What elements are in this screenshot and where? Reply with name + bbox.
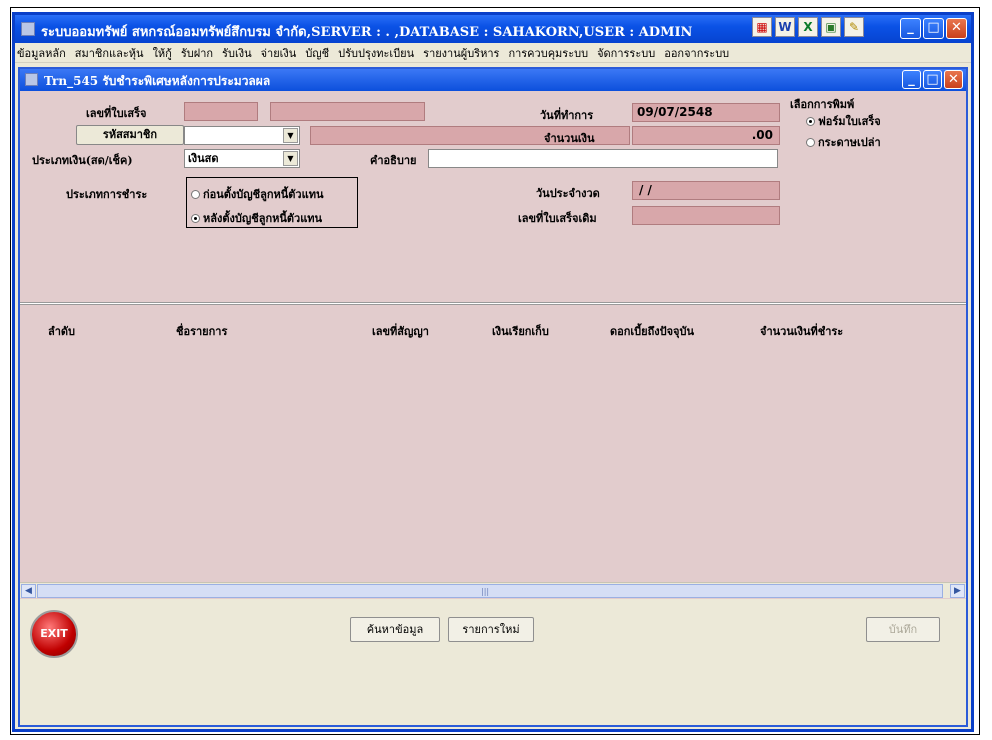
form-window-controls: _ □ ✕ xyxy=(902,70,963,89)
word-icon[interactable]: W xyxy=(775,17,795,37)
form-icon xyxy=(25,73,38,86)
receipt-no-field-2[interactable] xyxy=(270,102,425,121)
chevron-down-icon[interactable]: ▼ xyxy=(283,128,298,143)
receipt-no-label: เลขที่ใบเสร็จ xyxy=(86,107,147,120)
col-billed: เงินเรียกเก็บ xyxy=(492,325,549,338)
scroll-right-icon[interactable]: ▶ xyxy=(950,584,965,598)
radio-icon xyxy=(806,138,815,147)
payment-type-label: ประเภทเงิน(สด/เช็ค) xyxy=(32,154,133,167)
payment-type-select[interactable]: เงินสด ▼ xyxy=(184,149,300,168)
menu-item-reports[interactable]: รายงานผู้บริหาร xyxy=(423,44,499,62)
transaction-date-field[interactable]: 09/07/2548 xyxy=(632,103,780,122)
form-title-bar: Trn_545 รับชำระพิเศษหลังการประมวลผล _ □ … xyxy=(20,69,966,91)
grip-icon: ||| xyxy=(481,587,490,596)
window-title: ระบบออมทรัพย์ สหกรณ์ออมทรัพย์สึกบรม จำกั… xyxy=(41,25,693,40)
print-form-radio[interactable]: ฟอร์มใบเสร็จ xyxy=(806,112,881,130)
titlebar-tools: ▦ W X ▣ ✎ xyxy=(752,17,864,41)
print-blank-label: กระดาษเปล่า xyxy=(818,136,881,149)
menu-item-control[interactable]: การควบคุมระบบ xyxy=(508,44,588,62)
save-button[interactable]: บันทึก xyxy=(866,617,940,642)
old-receipt-label: เลขที่ใบเสร็จเดิม xyxy=(518,212,597,225)
chevron-down-icon[interactable]: ▼ xyxy=(283,151,298,166)
title-bar: ระบบออมทรัพย์ สหกรณ์ออมทรัพย์สึกบรม จำกั… xyxy=(15,15,971,43)
menu-bar: ข้อมูลหลัก สมาชิกและหุ้น ให้กู้ รับฝาก ร… xyxy=(15,43,971,63)
minimize-button[interactable]: _ xyxy=(900,18,921,39)
menu-item-pay[interactable]: จ่ายเงิน xyxy=(261,44,297,62)
period-date-label: วันประจำงวด xyxy=(536,187,600,200)
payment-kind-group: ก่อนตั้งบัญชีลูกหนี้ตัวแทน หลังตั้งบัญชี… xyxy=(186,177,358,228)
form-minimize-button[interactable]: _ xyxy=(902,70,921,89)
col-contract-no: เลขที่สัญญา xyxy=(372,325,429,338)
grid-icon[interactable]: ▦ xyxy=(752,17,772,37)
old-receipt-field[interactable] xyxy=(632,206,780,225)
main-window: ระบบออมทรัพย์ สหกรณ์ออมทรัพย์สึกบรม จำกั… xyxy=(12,12,974,732)
print-blank-radio[interactable]: กระดาษเปล่า xyxy=(806,133,881,151)
form-window: Trn_545 รับชำระพิเศษหลังการประมวลผล _ □ … xyxy=(18,67,968,727)
payment-type-value: เงินสด xyxy=(188,152,219,165)
exit-button[interactable]: EXIT xyxy=(30,610,78,658)
form-title: Trn_545 รับชำระพิเศษหลังการประมวลผล xyxy=(44,74,271,88)
payment-kind-label: ประเภทการชำระ xyxy=(66,188,148,201)
form-close-button[interactable]: ✕ xyxy=(944,70,963,89)
col-item-name: ชื่อรายการ xyxy=(176,325,228,338)
receipt-no-field[interactable] xyxy=(184,102,258,121)
menu-item-receive[interactable]: รับเงิน xyxy=(222,44,252,62)
menu-item-deposits[interactable]: รับฝาก xyxy=(181,44,213,62)
col-seq: ลำดับ xyxy=(48,325,76,338)
col-interest: ดอกเบี้ยถึงปัจจุบัน xyxy=(610,325,695,338)
horizontal-scrollbar[interactable]: ◀ ||| ▶ xyxy=(20,582,966,598)
key-icon[interactable]: ✎ xyxy=(844,17,864,37)
window-controls: _ □ ✕ xyxy=(900,18,967,39)
description-label: คำอธิบาย xyxy=(370,154,417,167)
member-code-combo[interactable]: ▼ xyxy=(184,126,300,145)
amount-label: จำนวนเงิน xyxy=(544,132,595,145)
form-footer: EXIT ค้นหาข้อมูล รายการใหม่ บันทึก xyxy=(20,599,966,725)
scroll-left-icon[interactable]: ◀ xyxy=(21,584,36,598)
form-maximize-button[interactable]: □ xyxy=(923,70,942,89)
app-icon xyxy=(21,22,35,36)
transaction-date-label: วันที่ทำการ xyxy=(540,109,594,122)
menu-item-accounts[interactable]: บัญชี xyxy=(305,44,329,62)
menu-item-master[interactable]: ข้อมูลหลัก xyxy=(17,44,66,62)
col-paid-amount: จำนวนเงินที่ชำระ xyxy=(760,325,844,338)
maximize-button[interactable]: □ xyxy=(923,18,944,39)
radio-icon xyxy=(191,190,200,199)
payment-kind-before-radio[interactable]: ก่อนตั้งบัญชีลูกหนี้ตัวแทน xyxy=(191,185,323,203)
payment-kind-after-label: หลังตั้งบัญชีลูกหนี้ตัวแทน xyxy=(203,212,323,225)
excel-icon[interactable]: X xyxy=(798,17,818,37)
description-input[interactable] xyxy=(428,149,778,168)
payment-kind-before-label: ก่อนตั้งบัญชีลูกหนี้ตัวแทน xyxy=(203,188,324,201)
section-divider xyxy=(20,302,966,305)
menu-item-admin[interactable]: จัดการระบบ xyxy=(597,44,655,62)
new-record-button[interactable]: รายการใหม่ xyxy=(448,617,534,642)
amount-field[interactable]: .00 xyxy=(632,126,780,145)
calculator-icon[interactable]: ▣ xyxy=(821,17,841,37)
search-button[interactable]: ค้นหาข้อมูล xyxy=(350,617,440,642)
print-form-label: ฟอร์มใบเสร็จ xyxy=(818,115,881,128)
scroll-thumb[interactable]: ||| xyxy=(37,584,943,598)
menu-item-loans[interactable]: ให้กู้ xyxy=(153,44,172,62)
payment-kind-after-radio[interactable]: หลังตั้งบัญชีลูกหนี้ตัวแทน xyxy=(191,209,322,227)
radio-selected-icon xyxy=(191,214,200,223)
menu-item-logout[interactable]: ออกจากระบบ xyxy=(664,44,729,62)
menu-item-registry[interactable]: ปรับปรุงทะเบียน xyxy=(338,44,414,62)
member-code-button[interactable]: รหัสสมาชิก xyxy=(76,125,184,145)
close-button[interactable]: ✕ xyxy=(946,18,967,39)
radio-selected-icon xyxy=(806,117,815,126)
period-date-field[interactable]: / / xyxy=(632,181,780,200)
print-choice-label: เลือกการพิมพ์ xyxy=(790,98,855,111)
menu-item-members[interactable]: สมาชิกและหุ้น xyxy=(75,44,144,62)
